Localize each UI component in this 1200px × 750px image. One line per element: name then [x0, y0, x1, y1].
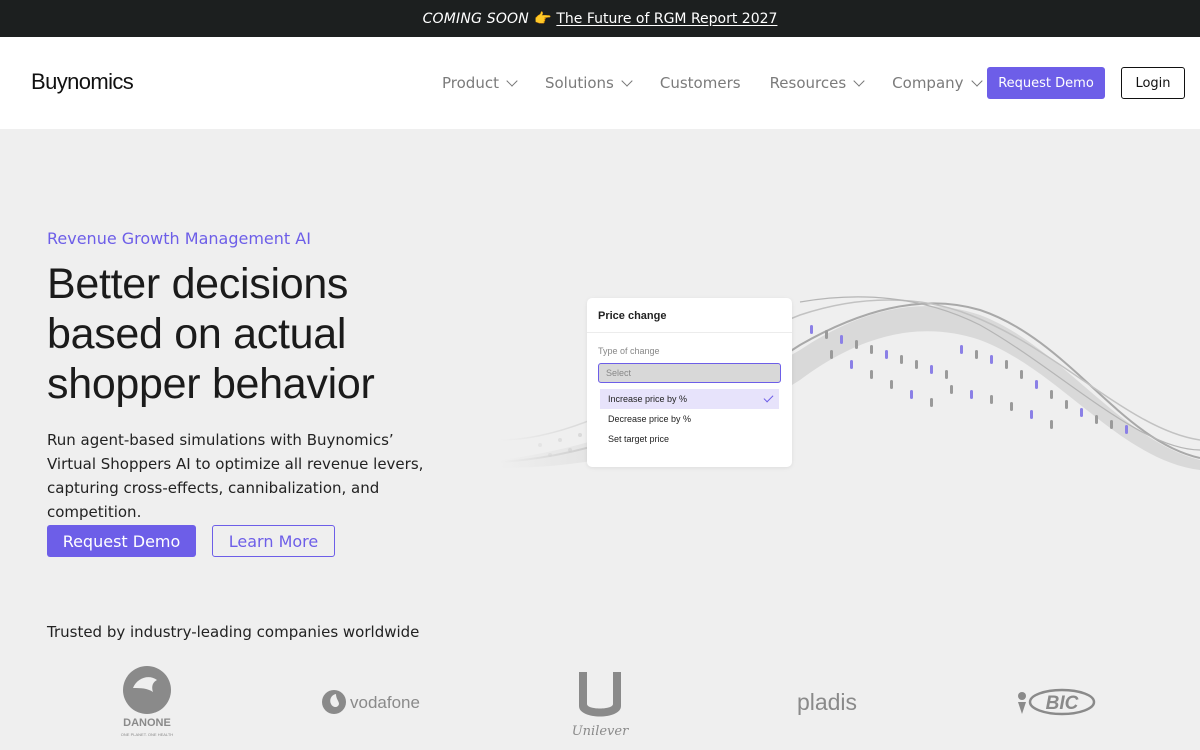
option-decrease-price[interactable]: Decrease price by %: [600, 409, 779, 429]
pointing-hand-icon: 👉: [533, 10, 552, 27]
option-increase-price[interactable]: Increase price by %: [600, 389, 779, 409]
vodafone-logo-mark: vodafone: [322, 690, 420, 714]
hero-eyebrow: Revenue Growth Management AI: [47, 229, 311, 248]
card-divider: [587, 332, 792, 333]
site-header: Buynomics Product Solutions Customers Re…: [0, 37, 1200, 129]
nav-customers[interactable]: Customers: [660, 74, 741, 92]
announcement-bar: COMING SOON 👉 The Future of RGM Report 2…: [0, 0, 1200, 37]
hero-request-demo-button[interactable]: Request Demo: [47, 525, 196, 557]
hero-headline: Better decisions based on actual shopper…: [47, 259, 467, 409]
header-request-demo-button[interactable]: Request Demo: [987, 67, 1105, 99]
pladis-logo-mark: pladis: [797, 689, 857, 715]
vodafone-logo: vodafone: [320, 662, 430, 742]
chevron-down-icon: [853, 75, 865, 87]
option-set-target-price[interactable]: Set target price: [600, 429, 779, 449]
buynomics-logo[interactable]: Buynomics: [31, 69, 134, 95]
type-of-change-label: Type of change: [598, 346, 660, 356]
unilever-logo-mark: Unilever: [572, 672, 629, 739]
pladis-logo: pladis: [790, 662, 865, 742]
trusted-heading: Trusted by industry-leading companies wo…: [47, 623, 420, 641]
nav-label: Solutions: [544, 74, 614, 92]
chevron-down-icon: [621, 75, 633, 87]
unilever-wordmark: Unilever: [572, 724, 629, 739]
nav-solutions[interactable]: Solutions: [544, 74, 633, 92]
option-label: Increase price by %: [608, 394, 688, 404]
login-button[interactable]: Login: [1121, 67, 1185, 99]
headline-line: based on actual: [47, 310, 347, 358]
check-icon: [763, 392, 774, 403]
vodafone-wordmark: vodafone: [350, 693, 420, 712]
headline-line: shopper behavior: [47, 360, 375, 408]
report-link[interactable]: The Future of RGM Report 2027: [556, 11, 777, 27]
nav-resources[interactable]: Resources: [769, 74, 865, 92]
price-change-card: Price change Type of change Select Incre…: [587, 298, 792, 467]
card-title: Price change: [598, 310, 667, 322]
nav-product[interactable]: Product: [442, 74, 518, 92]
bic-wordmark: BIC: [1046, 693, 1079, 714]
unilever-logo: Unilever: [565, 662, 635, 742]
bic-logo-mark: BIC: [1018, 688, 1096, 716]
chevron-down-icon: [506, 75, 518, 87]
danone-logo-mark: DANONE ONE PLANET. ONE HEALTH: [121, 666, 173, 737]
nav-label: Company: [892, 74, 964, 92]
pladis-wordmark: pladis: [797, 689, 857, 715]
headline-line: Better decisions: [47, 260, 349, 308]
bic-logo: BIC: [1010, 662, 1100, 742]
chevron-down-icon: [970, 75, 983, 87]
option-label: Set target price: [608, 434, 670, 444]
danone-tagline: ONE PLANET. ONE HEALTH: [121, 732, 173, 737]
nav-label: Resources: [769, 74, 847, 92]
nav-label: Product: [442, 74, 499, 92]
learn-more-button[interactable]: Learn More: [212, 525, 335, 557]
danone-wordmark: DANONE: [123, 717, 171, 729]
danone-logo: DANONE ONE PLANET. ONE HEALTH: [105, 662, 190, 742]
type-of-change-options: Increase price by % Decrease price by % …: [598, 389, 781, 449]
option-label: Decrease price by %: [608, 414, 692, 424]
nav-label: Customers: [659, 74, 741, 92]
main-nav: Product Solutions Customers Resources Co…: [442, 37, 1010, 129]
nav-company[interactable]: Company: [892, 74, 983, 92]
hero-lead: Run agent-based simulations with Buynomi…: [47, 431, 424, 521]
coming-soon-text: COMING SOON: [422, 10, 529, 27]
type-of-change-select[interactable]: Select: [598, 363, 781, 383]
